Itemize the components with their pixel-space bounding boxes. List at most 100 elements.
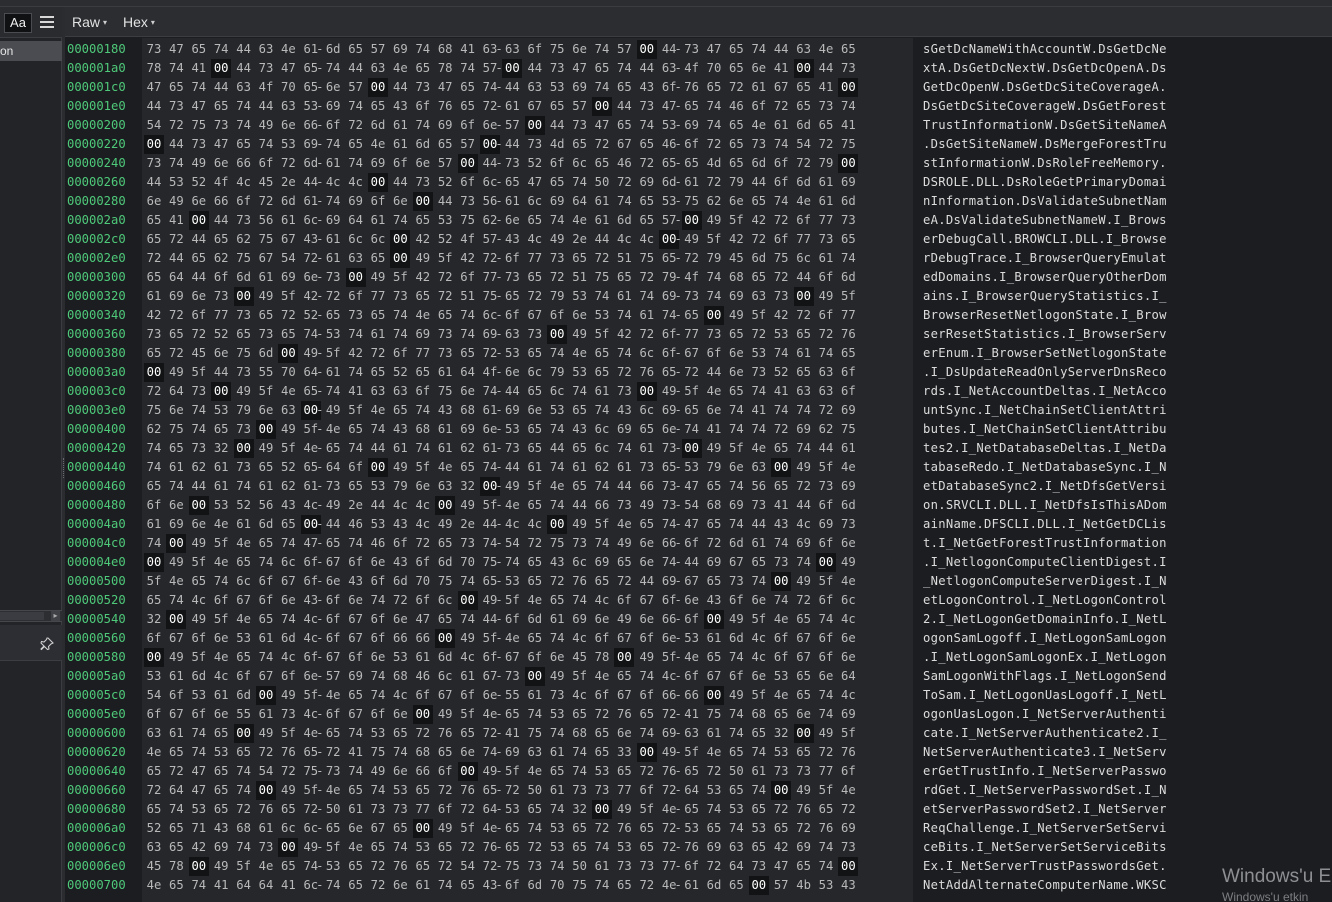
hex-byte[interactable]: 61 — [256, 629, 276, 648]
hex-byte[interactable]: 74 — [592, 401, 612, 420]
hex-byte[interactable]: 61 — [547, 743, 567, 762]
hex-byte[interactable]: 61 — [256, 268, 276, 287]
hex-byte[interactable]: 65 — [211, 230, 231, 249]
hex-byte[interactable]: 44 — [166, 249, 186, 268]
hex-byte[interactable]: 73 — [547, 59, 567, 78]
hex-byte[interactable]: 65 — [525, 439, 545, 458]
hex-byte[interactable]: 67 — [726, 553, 746, 572]
hex-byte[interactable]: 53 — [614, 838, 634, 857]
row-ascii[interactable]: Ex.I_NetServerTrustPasswordsGet. — [923, 857, 1167, 876]
hex-byte[interactable]: 00 — [524, 116, 545, 135]
hex-byte[interactable]: 65 — [525, 344, 545, 363]
hex-byte[interactable]: 49 — [816, 287, 836, 306]
hex-byte[interactable]: 4e — [211, 515, 231, 534]
hex-byte[interactable]: 61 — [838, 439, 858, 458]
hex-byte[interactable]: 69 — [592, 553, 612, 572]
hex-byte[interactable]: 65 — [413, 363, 433, 382]
hex-byte[interactable]: 5f — [502, 762, 522, 781]
hex-byte[interactable]: 74 — [749, 382, 769, 401]
hex-byte[interactable]: 47 — [771, 857, 791, 876]
hex-byte[interactable]: 6f — [323, 591, 343, 610]
hex-byte[interactable]: 69 — [682, 116, 702, 135]
hex-byte[interactable]: 73 — [502, 268, 522, 287]
hex-byte[interactable]: 73 — [390, 287, 410, 306]
hex-byte[interactable]: 74 — [256, 648, 276, 667]
hex-byte[interactable]: 6f — [547, 306, 567, 325]
hex-byte[interactable]: 65 — [547, 762, 567, 781]
hex-byte[interactable]: 72 — [592, 705, 612, 724]
hex-row[interactable]: 000006c0 63 65 42 69 74 73 00 49-5f 4e 65 74 53 65 72 7… — [65, 838, 1332, 857]
hex-byte[interactable]: 68 — [704, 496, 724, 515]
hex-byte[interactable]: 44 — [614, 97, 634, 116]
row-ascii[interactable]: on.SRVCLI.DLL.I_NetDfsIsThisADom — [923, 496, 1167, 515]
hex-byte[interactable]: 73 — [256, 325, 276, 344]
hex-byte[interactable]: 61 — [614, 458, 634, 477]
hex-byte[interactable]: 6f — [525, 40, 545, 59]
hex-byte[interactable]: 65 — [726, 781, 746, 800]
hex-byte[interactable]: 49 — [614, 534, 634, 553]
hex-byte[interactable]: 49 — [278, 420, 298, 439]
hex-byte[interactable]: 53 — [771, 325, 791, 344]
hex-byte[interactable]: 65 — [278, 515, 298, 534]
hex-byte[interactable]: 65 — [413, 857, 433, 876]
hex-byte[interactable]: 53 — [211, 401, 231, 420]
hex-byte[interactable]: 65 — [458, 97, 478, 116]
hex-byte[interactable]: 00 — [704, 610, 724, 629]
hex-byte[interactable]: 44 — [368, 439, 388, 458]
hex-byte[interactable]: 74 — [435, 876, 455, 895]
hex-byte[interactable]: 76 — [435, 724, 455, 743]
hex-byte[interactable]: 64 — [166, 781, 186, 800]
hex-byte[interactable]: 44 — [592, 230, 612, 249]
hex-byte[interactable]: 65 — [144, 591, 164, 610]
hex-byte[interactable]: 32 — [570, 800, 590, 819]
hex-byte[interactable]: 5f — [278, 287, 298, 306]
hex-byte[interactable]: 6c — [435, 667, 455, 686]
hex-byte[interactable]: 74 — [346, 762, 366, 781]
hex-byte[interactable]: 72 — [525, 534, 545, 553]
hex-byte[interactable]: 49 — [368, 268, 388, 287]
hex-byte[interactable]: 65 — [525, 572, 545, 591]
hex-byte[interactable]: 6e — [749, 591, 769, 610]
hex-byte[interactable]: 6f — [502, 249, 522, 268]
hex-byte[interactable]: 57 — [368, 40, 388, 59]
hex-byte[interactable]: 74 — [166, 59, 186, 78]
hex-byte[interactable]: 61 — [637, 306, 657, 325]
hex-byte[interactable]: 65 — [547, 591, 567, 610]
hex-byte[interactable]: 69 — [166, 515, 186, 534]
hex-byte[interactable]: 69 — [413, 325, 433, 344]
hex-byte[interactable]: 76 — [256, 800, 276, 819]
hex-byte[interactable]: 74 — [346, 363, 366, 382]
hex-byte[interactable]: 69 — [502, 401, 522, 420]
hex-byte[interactable]: 49 — [794, 572, 814, 591]
hex-byte[interactable]: 64 — [458, 363, 478, 382]
hex-byte[interactable]: 74 — [726, 420, 746, 439]
hex-byte[interactable]: 73 — [144, 154, 164, 173]
hex-byte[interactable]: 44 — [189, 477, 209, 496]
hex-byte[interactable]: 69 — [390, 40, 410, 59]
hex-byte[interactable]: 6e — [726, 458, 746, 477]
hex-byte[interactable]: 67 — [704, 667, 724, 686]
hex-byte[interactable]: 65 — [502, 838, 522, 857]
hex-byte[interactable]: 67 — [166, 629, 186, 648]
hex-byte[interactable]: 53 — [749, 344, 769, 363]
hex-byte[interactable]: 00 — [233, 439, 254, 458]
hex-byte[interactable]: 44 — [502, 382, 522, 401]
hex-byte[interactable]: 6f — [502, 876, 522, 895]
hex-byte[interactable]: 65 — [144, 268, 164, 287]
hex-byte[interactable]: 6f — [368, 572, 388, 591]
hex-byte[interactable]: 65 — [346, 40, 366, 59]
hex-byte[interactable]: 6f — [413, 591, 433, 610]
hex-byte[interactable]: 65 — [256, 534, 276, 553]
hex-byte[interactable]: 65 — [794, 325, 814, 344]
hex-row[interactable]: 000001a0 78 74 41 00 44 73 47 65-74 44 63 4e 65 78 74 5… — [65, 59, 1332, 78]
hex-byte[interactable]: 47 — [189, 762, 209, 781]
hex-byte[interactable]: 5f — [278, 439, 298, 458]
hex-byte[interactable]: 46 — [368, 534, 388, 553]
hex-byte[interactable]: 44 — [211, 363, 231, 382]
hex-row[interactable]: 00000360 73 65 72 52 65 73 65 74-53 74 61 74 69 73 74 6… — [65, 325, 1332, 344]
hex-byte[interactable]: 66 — [234, 154, 254, 173]
hex-byte[interactable]: 74 — [144, 458, 164, 477]
hex-byte[interactable]: 00 — [188, 211, 209, 230]
hex-byte[interactable]: 65 — [278, 325, 298, 344]
hex-byte[interactable]: 64 — [838, 667, 858, 686]
